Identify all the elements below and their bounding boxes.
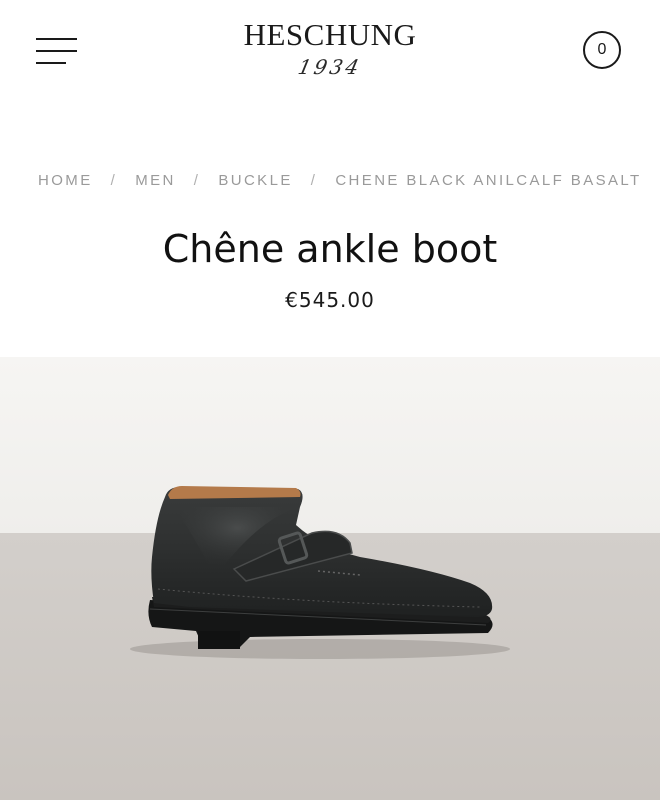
product-image[interactable] [0,357,660,800]
boot-heel [198,631,240,649]
breadcrumb-separator: / [193,172,201,189]
logo-wordmark: HESCHUNG [243,17,417,52]
boot-lining [168,486,301,499]
breadcrumb-separator: / [110,172,118,189]
breadcrumb: HOME / MEN / BUCKLE / CHENE BLACK ANILCALF BAS… [38,170,660,192]
boot-photo [0,357,660,800]
breadcrumb-current: CHENE BLACK ANILCALF BASALT [335,172,642,189]
logo-year: 1934 [295,55,365,79]
product-price: €545.00 [285,288,375,312]
breadcrumb-home[interactable]: HOME [38,172,93,189]
site-header: HESCHUNG 1934 0 [0,0,660,110]
cart-count-badge[interactable]: 0 [583,31,621,69]
wall-background [0,357,660,535]
breadcrumb-men[interactable]: MEN [135,172,176,189]
breadcrumb-separator: / [310,172,318,189]
hamburger-menu-icon[interactable] [36,34,78,68]
product-title: Chêne ankle boot [162,227,498,271]
breadcrumb-buckle[interactable]: BUCKLE [218,172,292,189]
brand-logo[interactable]: HESCHUNG 1934 [230,14,430,96]
